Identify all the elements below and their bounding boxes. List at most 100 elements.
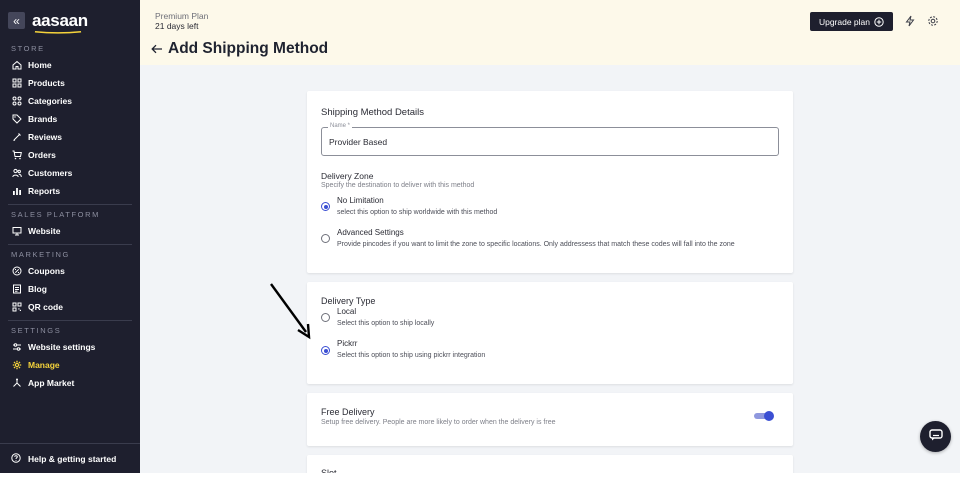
radio-advanced-settings[interactable] — [321, 234, 330, 243]
logo-smile-icon — [34, 30, 82, 34]
option-description: Select this option to ship using pickrr … — [337, 352, 486, 359]
sidebar-item-label: Brands — [28, 114, 58, 124]
sidebar-item-brands[interactable]: Brands — [0, 110, 140, 128]
chat-icon — [928, 428, 943, 446]
home-icon — [11, 60, 22, 71]
option-description: Select this option to ship locally — [337, 320, 435, 327]
sidebar-item-blog[interactable]: Blog — [0, 280, 140, 298]
card-title: Delivery Type — [321, 296, 376, 306]
option-title: Advanced Settings — [337, 228, 404, 237]
card-title: Shipping Method Details — [321, 107, 424, 118]
sidebar-item-home[interactable]: Home — [0, 56, 140, 74]
plus-circle-icon — [874, 16, 884, 27]
sidebar-item-label: Manage — [28, 360, 60, 370]
radio-no-limitation[interactable] — [321, 202, 330, 211]
delivery-type-card: Delivery Type Local Select this option t… — [307, 282, 793, 384]
name-field-label: Name * — [328, 123, 353, 129]
back-arrow-icon[interactable] — [151, 44, 163, 54]
users-icon — [11, 168, 22, 179]
sidebar-item-reviews[interactable]: Reviews — [0, 128, 140, 146]
option-title: Pickrr — [337, 339, 358, 348]
page-title: Add Shipping Method — [151, 40, 328, 58]
help-label: Help & getting started — [28, 453, 117, 464]
app-market-icon — [11, 378, 22, 389]
sidebar-item-qr-code[interactable]: QR code — [0, 298, 140, 316]
main-content: Shipping Method Details Name * Provider … — [140, 65, 960, 480]
collapse-sidebar-button[interactable]: « — [8, 12, 25, 29]
lightning-icon[interactable] — [904, 15, 916, 27]
top-header: Premium Plan 21 days left Add Shipping M… — [140, 0, 960, 65]
sidebar-item-label: Customers — [28, 168, 73, 178]
tag-icon — [11, 114, 22, 125]
upgrade-plan-button[interactable]: Upgrade plan — [810, 12, 893, 31]
radio-pickrr[interactable] — [321, 346, 330, 355]
sidebar-item-label: Website settings — [28, 342, 96, 352]
sidebar-item-categories[interactable]: Categories — [0, 92, 140, 110]
option-description: Provide pincodes if you want to limit th… — [337, 241, 735, 248]
sidebar-section-settings: SETTINGS — [11, 326, 62, 335]
toggle-knob — [764, 411, 774, 421]
option-title: Local — [337, 307, 357, 316]
page-title-text: Add Shipping Method — [168, 40, 329, 57]
card-title: Free Delivery — [321, 407, 375, 417]
sidebar-item-label: Categories — [28, 96, 72, 106]
free-delivery-description: Setup free delivery. People are more lik… — [321, 419, 556, 426]
annotation-arrow-icon — [270, 283, 311, 340]
sidebar-item-label: Orders — [28, 150, 56, 160]
sidebar-item-orders[interactable]: Orders — [0, 146, 140, 164]
bar-chart-icon — [11, 186, 22, 197]
cart-icon — [11, 150, 22, 161]
option-description: select this option to ship worldwide wit… — [337, 209, 498, 216]
sidebar-divider — [8, 320, 132, 321]
upgrade-plan-label: Upgrade plan — [818, 16, 871, 27]
sidebar-item-products[interactable]: Products — [0, 74, 140, 92]
sidebar-item-website[interactable]: Website — [0, 222, 140, 240]
coupon-icon — [11, 266, 22, 277]
brand-logo-text: aasaan — [32, 10, 88, 30]
sidebar-item-label: Home — [28, 60, 52, 70]
free-delivery-card: Free Delivery Setup free delivery. Peopl… — [307, 393, 793, 446]
plan-days-left: 21 days left — [155, 21, 199, 31]
free-delivery-toggle[interactable] — [754, 411, 774, 421]
monitor-icon — [11, 226, 22, 237]
sidebar-section-marketing: MARKETING — [11, 250, 70, 259]
sidebar-item-label: App Market — [28, 378, 75, 388]
sidebar-item-label: Website — [28, 226, 61, 236]
bottom-strip — [0, 473, 960, 480]
plan-name: Premium Plan — [155, 11, 209, 21]
sidebar-item-app-market[interactable]: App Market — [0, 374, 140, 392]
option-title: No Limitation — [337, 196, 384, 205]
grid-icon — [11, 78, 22, 89]
help-icon — [11, 453, 22, 464]
sidebar-item-manage[interactable]: Manage — [0, 356, 140, 374]
sidebar-divider — [8, 204, 132, 205]
sidebar-item-label: Reviews — [28, 132, 63, 142]
sidebar-item-coupons[interactable]: Coupons — [0, 262, 140, 280]
sliders-icon — [11, 342, 22, 353]
delivery-zone-subtitle: Specify the destination to deliver with … — [321, 182, 475, 189]
sidebar: « aasaan STORE Home Products Categories … — [0, 0, 140, 473]
delivery-zone-title: Delivery Zone — [321, 171, 374, 181]
help-getting-started-link[interactable]: Help & getting started — [0, 443, 140, 473]
sidebar-divider — [8, 244, 132, 245]
sidebar-item-label: Blog — [28, 284, 47, 294]
settings-gear-icon[interactable] — [927, 15, 939, 27]
sidebar-section-sales-platform: SALES PLATFORM — [11, 210, 100, 219]
sidebar-item-label: Reports — [28, 186, 61, 196]
sidebar-item-website-settings[interactable]: Website settings — [0, 338, 140, 356]
name-input[interactable]: Name * Provider Based — [321, 123, 779, 156]
brand-logo[interactable]: aasaan — [32, 10, 88, 34]
shipping-method-details-card: Shipping Method Details Name * Provider … — [307, 91, 793, 273]
chat-support-button[interactable] — [920, 421, 951, 452]
radio-local[interactable] — [321, 313, 330, 322]
categories-icon — [11, 96, 22, 107]
sidebar-item-reports[interactable]: Reports — [0, 182, 140, 200]
sidebar-item-label: QR code — [28, 302, 63, 312]
sidebar-item-customers[interactable]: Customers — [0, 164, 140, 182]
name-field-value: Provider Based — [329, 137, 388, 147]
sidebar-item-label: Products — [28, 78, 65, 88]
blog-icon — [11, 284, 22, 295]
sidebar-section-store: STORE — [11, 44, 45, 53]
sidebar-header: « aasaan — [0, 0, 140, 41]
sidebar-item-label: Coupons — [28, 266, 65, 276]
